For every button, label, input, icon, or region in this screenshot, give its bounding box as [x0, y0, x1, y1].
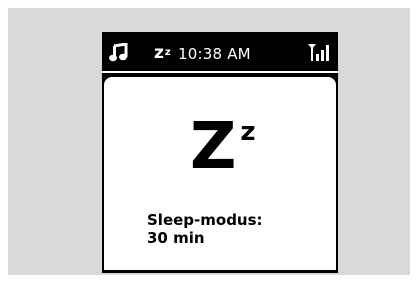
status-bar: zz 10:38 AM: [102, 32, 338, 74]
device-display: zz 10:38 AM Zz Sleep-modus: 30 min: [102, 32, 338, 273]
clock-time: 10:38 AM: [178, 45, 251, 63]
sleep-icon: Zz: [190, 115, 256, 192]
sleep-message: Sleep-modus: 30 min: [147, 211, 263, 247]
sleep-indicator-z: z: [154, 43, 164, 63]
sleep-mode-label: Sleep-modus:: [147, 211, 263, 229]
background-panel: zz 10:38 AM Zz Sleep-modus: 30 min: [8, 8, 410, 275]
sleep-duration: 30 min: [147, 229, 205, 247]
status-separator: [102, 71, 338, 73]
wifi-signal-icon: [307, 42, 333, 62]
sleep-screen: Zz Sleep-modus: 30 min: [104, 77, 336, 270]
sleep-indicator-icon: zz: [154, 43, 171, 66]
sleep-indicator-sup: z: [164, 47, 171, 58]
sleep-icon-main: Z: [190, 110, 237, 184]
sleep-icon-sup: z: [240, 117, 256, 147]
music-note-icon: [108, 42, 128, 63]
